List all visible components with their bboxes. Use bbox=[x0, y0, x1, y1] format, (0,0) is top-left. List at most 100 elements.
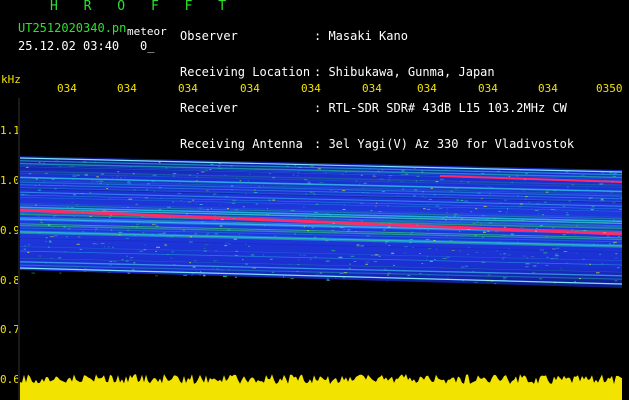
speckle bbox=[373, 214, 378, 216]
speckle bbox=[565, 171, 569, 173]
speckle bbox=[158, 233, 163, 235]
speckle bbox=[397, 194, 399, 196]
speckle bbox=[498, 210, 502, 212]
speckle bbox=[199, 204, 203, 205]
speckle bbox=[474, 281, 478, 283]
speckle bbox=[31, 272, 35, 274]
speckle bbox=[23, 248, 26, 250]
speckle bbox=[25, 166, 29, 168]
speckle bbox=[155, 275, 158, 277]
speckle bbox=[530, 189, 533, 190]
speckle bbox=[449, 240, 453, 242]
y-axis-unit: kHz bbox=[1, 73, 21, 86]
speckle bbox=[609, 243, 611, 245]
speckle bbox=[347, 229, 351, 231]
speckle bbox=[92, 243, 97, 245]
speckle bbox=[76, 268, 78, 270]
speckle bbox=[34, 184, 37, 186]
speckle bbox=[425, 240, 428, 242]
speckle bbox=[400, 174, 405, 176]
speckle bbox=[190, 213, 192, 214]
speckle bbox=[419, 273, 422, 274]
speckle bbox=[476, 221, 480, 223]
speckle bbox=[292, 174, 295, 176]
speckle bbox=[254, 189, 256, 191]
speckle bbox=[589, 243, 590, 245]
speckle bbox=[415, 180, 417, 182]
y-tick: 0.8 bbox=[0, 274, 20, 287]
speckle bbox=[265, 214, 270, 216]
speckle bbox=[460, 266, 465, 268]
speckle bbox=[168, 221, 171, 223]
speckle bbox=[108, 264, 112, 266]
speckle bbox=[539, 226, 541, 228]
x-tick: 0350 bbox=[596, 82, 623, 95]
speckle bbox=[538, 281, 542, 283]
speckle bbox=[426, 208, 431, 210]
speckle bbox=[196, 173, 199, 174]
speckle bbox=[250, 254, 255, 256]
speckle bbox=[235, 250, 238, 252]
speckle bbox=[462, 280, 464, 282]
speckle bbox=[196, 176, 198, 178]
speckle bbox=[262, 185, 264, 187]
speckle bbox=[234, 276, 237, 278]
speckle bbox=[51, 226, 53, 228]
speckle bbox=[217, 167, 222, 169]
speckle bbox=[313, 236, 317, 238]
speckle bbox=[404, 270, 406, 272]
speckle bbox=[416, 175, 420, 177]
speckle bbox=[374, 254, 379, 256]
y-tick: 1.1 bbox=[0, 124, 20, 137]
speckle bbox=[242, 259, 244, 261]
speckle bbox=[286, 165, 289, 167]
speckle bbox=[425, 238, 430, 240]
x-tick: 034 bbox=[240, 82, 260, 95]
speckle bbox=[147, 183, 150, 185]
speckle bbox=[49, 240, 52, 242]
speckle bbox=[127, 181, 130, 182]
speckle bbox=[362, 187, 365, 189]
speckle bbox=[155, 250, 157, 252]
speckle bbox=[171, 251, 175, 253]
speckle bbox=[504, 199, 507, 201]
speckle bbox=[459, 250, 461, 252]
speckle bbox=[82, 211, 84, 213]
speckle bbox=[233, 238, 237, 240]
speckle bbox=[439, 208, 443, 209]
speckle bbox=[386, 281, 388, 283]
speckle bbox=[445, 219, 447, 221]
speckle bbox=[54, 235, 58, 237]
speckle bbox=[421, 263, 424, 264]
speckle bbox=[333, 191, 338, 192]
speckle bbox=[271, 271, 275, 273]
speckle bbox=[201, 171, 205, 173]
speckle bbox=[62, 184, 66, 186]
speckle bbox=[192, 266, 196, 268]
speckle bbox=[459, 180, 464, 182]
location-label: Receiving Location bbox=[180, 65, 311, 79]
speckle bbox=[539, 249, 544, 251]
speckle bbox=[550, 258, 554, 260]
speckle bbox=[497, 170, 500, 172]
speckle bbox=[313, 192, 315, 194]
speckle bbox=[454, 188, 459, 190]
speckle bbox=[153, 191, 155, 193]
speckle bbox=[325, 260, 330, 262]
speckle bbox=[593, 243, 595, 245]
speckle bbox=[356, 244, 360, 246]
speckle bbox=[230, 165, 233, 167]
speckle bbox=[576, 225, 579, 227]
speckle bbox=[226, 208, 229, 210]
speckle bbox=[206, 209, 209, 211]
speckle bbox=[427, 203, 430, 205]
speckle bbox=[213, 260, 218, 261]
speckle bbox=[203, 250, 208, 252]
speckle bbox=[349, 219, 353, 221]
speckle bbox=[612, 202, 616, 204]
speckle bbox=[372, 174, 376, 176]
speckle bbox=[210, 162, 213, 164]
speckle bbox=[486, 185, 491, 187]
speckle bbox=[506, 211, 508, 213]
speckle bbox=[152, 174, 157, 176]
